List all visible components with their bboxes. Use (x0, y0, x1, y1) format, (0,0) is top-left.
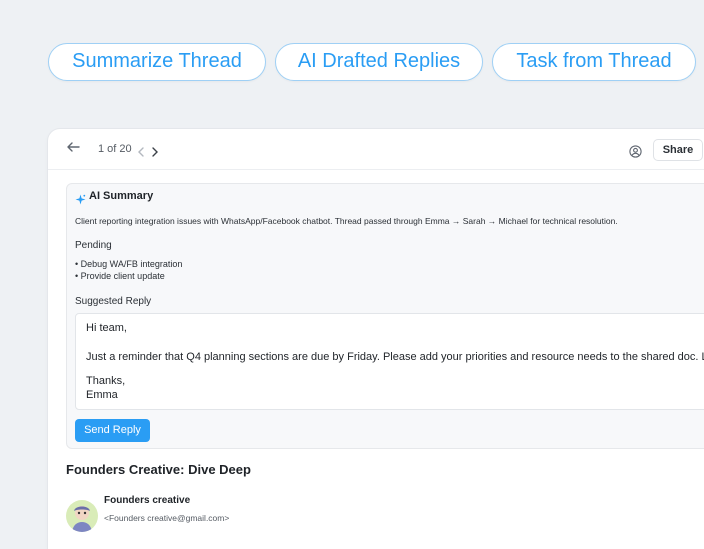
share-button[interactable]: Share (653, 139, 703, 161)
share-label: Share (662, 144, 694, 156)
task-from-thread-button[interactable]: Task from Thread (492, 43, 696, 81)
pending-item-text: Provide client update (80, 271, 165, 281)
list-item: • Debug WA/FB integration (75, 259, 183, 269)
pagination-text: 1 of 20 (98, 143, 132, 155)
user-circle-icon[interactable] (629, 145, 642, 158)
task-from-thread-label: Task from Thread (516, 50, 672, 72)
suggested-reply-title: Suggested Reply (75, 296, 152, 307)
suggested-reply-field[interactable]: Hi team, Just a reminder that Q4 plannin… (75, 313, 704, 410)
ai-drafted-replies-button[interactable]: AI Drafted Replies (275, 43, 483, 81)
avatar (66, 500, 98, 532)
ai-summary-title: AI Summary (89, 190, 154, 202)
send-reply-label: Send Reply (84, 424, 141, 436)
reply-signoff: Thanks, (86, 375, 126, 387)
summarize-thread-label: Summarize Thread (72, 50, 242, 72)
send-reply-button[interactable]: Send Reply (75, 419, 150, 442)
chevron-left-icon[interactable] (137, 145, 145, 157)
email-card: 1 of 20 Share AI Summary Client reportin… (48, 129, 704, 549)
back-arrow-icon[interactable] (66, 140, 80, 154)
sender-name: Founders creative (104, 495, 191, 506)
reply-greeting: Hi team, (86, 322, 127, 334)
list-item: • Provide client update (75, 271, 165, 281)
thread-subject: Founders Creative: Dive Deep (66, 462, 251, 477)
reply-body: Just a reminder that Q4 planning section… (86, 351, 704, 363)
pending-title: Pending (75, 240, 112, 251)
ai-drafted-replies-label: AI Drafted Replies (297, 50, 461, 72)
summarize-thread-button[interactable]: Summarize Thread (48, 43, 266, 81)
pending-list: • Debug WA/FB integration • Provide clie… (75, 259, 182, 283)
sender-email: <Founders creative@gmail.com> (104, 513, 230, 523)
sparkle-icon (75, 192, 86, 205)
summary-text: Client reporting integration issues with… (75, 216, 618, 226)
ai-summary-panel: AI Summary Client reporting integration … (66, 183, 704, 449)
email-toolbar: 1 of 20 Share (48, 129, 704, 170)
pending-item-text: Debug WA/FB integration (80, 259, 183, 269)
chevron-right-icon[interactable] (151, 145, 159, 157)
reply-name: Emma (86, 389, 118, 401)
